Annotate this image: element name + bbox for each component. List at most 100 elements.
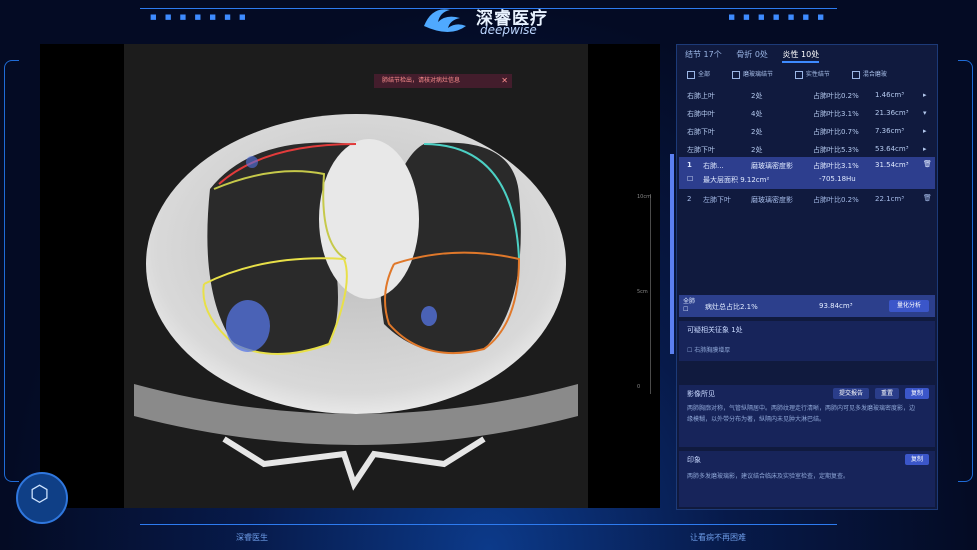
lobe-list: 右肺上叶 2处 占肺叶比0.2% 1.46cm³ ▸ 右肺中叶 4处 占肺叶比3…: [685, 87, 935, 159]
tab-nodule[interactable]: 结节 17个: [685, 50, 722, 59]
expand-icon[interactable]: ▸: [923, 127, 927, 135]
summary-bar: 全肺 ☐ 病灶总占比2.1% 93.84cm³ 量化分析: [679, 295, 935, 317]
findings-panel: 结节 17个 骨折 0处 炎性 10处 全部 磨玻璃结节 实性结节 混合磨玻 右…: [676, 44, 938, 510]
lesion-kind: 磨玻璃密度影: [751, 162, 793, 170]
lobe-row[interactable]: 右肺下叶 2处 占肺叶比0.7% 7.36cm³ ▸: [685, 123, 935, 141]
lesion-density: -705.18Hu: [819, 175, 856, 183]
frame-edge-right: [958, 60, 973, 482]
scale-label: 0: [637, 384, 641, 390]
related-title: 可疑相关征象 1处: [687, 326, 743, 334]
warning-banner: 肺结节检出，请核对病灶信息 ✕: [374, 74, 512, 88]
filter-all[interactable]: 全部: [687, 70, 710, 79]
close-icon[interactable]: ✕: [501, 74, 508, 88]
trash-icon[interactable]: 🗑: [923, 160, 932, 168]
lobe-count: 4处: [751, 110, 763, 118]
tab-fracture[interactable]: 骨折 0处: [736, 50, 768, 59]
scale-label: 5cm: [637, 289, 648, 295]
summary-volume: 93.84cm³: [819, 302, 853, 310]
expand-icon[interactable]: ▾: [923, 109, 927, 117]
tab-inflammation[interactable]: 炎性 10处: [782, 50, 820, 63]
brand-logo: 深睿医疗 deepwise: [420, 2, 565, 40]
lobe-volume: 53.64cm³: [875, 145, 909, 153]
reset-button[interactable]: 重置: [875, 388, 899, 399]
filter-bar: 全部 磨玻璃结节 实性结节 混合磨玻: [687, 69, 907, 79]
filter-solid[interactable]: 实性结节: [794, 70, 830, 79]
findings-text[interactable]: 两肺胸廓对称，气管纵隔居中。两肺纹理走行清晰，两肺内可见多发磨玻璃密度影，边缘模…: [687, 403, 917, 425]
scale-ruler: 10cm 5cm 0: [637, 194, 661, 394]
impression-section: 印象 复制 两肺多发磨玻璃影，建议结合临床及实验室检查，定期复查。: [679, 451, 935, 507]
submit-report-button[interactable]: 提交报告: [833, 388, 869, 399]
expand-icon[interactable]: ▸: [923, 91, 927, 99]
related-item[interactable]: ☐ 右肺胸膜增厚: [687, 345, 917, 356]
image-viewer[interactable]: 肺结节检出，请核对病灶信息 ✕ 10cm 5cm 0: [40, 44, 660, 508]
lesion-ratio: 占肺叶比3.1%: [813, 162, 859, 170]
findings-title: 影像所见: [687, 390, 715, 398]
lesion-ratio: 占肺叶比0.2%: [813, 196, 859, 204]
lesion-index: 2: [687, 195, 692, 203]
lesion-type: 左肺下叶: [703, 196, 731, 204]
cube-icon: ⬡: [30, 482, 50, 507]
mediastinum: [319, 139, 419, 299]
footer-right-text: 让看病不再困难: [690, 533, 746, 542]
expand-icon[interactable]: ▸: [923, 145, 927, 153]
lobe-volume: 1.46cm³: [875, 91, 905, 99]
ct-image[interactable]: 肺结节检出，请核对病灶信息 ✕: [124, 44, 588, 508]
copy-impression-button[interactable]: 复制: [905, 454, 929, 465]
panel-accent-strip: [670, 154, 674, 354]
lobe-name: 右肺下叶: [687, 128, 715, 136]
footer-line: [140, 524, 837, 525]
lesion-overlay-1[interactable]: [226, 300, 270, 352]
quantify-button[interactable]: 量化分析: [889, 300, 929, 312]
lesion-volume: 22.1cm³: [875, 195, 905, 203]
ct-scan-graphic: [124, 44, 588, 508]
top-decor-right: ■ ■ ■ ■ ■ ■ ■: [728, 13, 827, 21]
checkbox-icon[interactable]: [687, 70, 695, 79]
warning-text: 肺结节检出，请核对病灶信息: [382, 77, 461, 84]
filter-mixed[interactable]: 混合磨玻: [851, 70, 887, 79]
frame-edge-left: [4, 60, 19, 482]
wave-logo-icon: [424, 9, 466, 32]
lobe-row[interactable]: 右肺中叶 4处 占肺叶比3.1% 21.36cm³ ▾: [685, 105, 935, 123]
checkbox-icon[interactable]: [731, 70, 740, 79]
lesion-overlay-3[interactable]: [246, 156, 258, 168]
related-signs-section: 可疑相关征象 1处 ☐ 右肺胸膜增厚: [679, 321, 935, 361]
top-decor-left: ■ ■ ■ ■ ■ ■ ■: [150, 13, 249, 21]
checkbox-icon[interactable]: ☐: [687, 175, 693, 183]
lesion-item-selected[interactable]: 1 右肺... 磨玻璃密度影 占肺叶比3.1% 31.54cm³ 🗑 ☐ 最大层…: [679, 157, 935, 189]
copy-button[interactable]: 复制: [905, 388, 929, 399]
lobe-count: 2处: [751, 146, 763, 154]
lesion-type: 右肺...: [703, 162, 724, 170]
lobe-volume: 21.36cm³: [875, 109, 909, 117]
lobe-ratio: 占肺叶比3.1%: [813, 110, 859, 118]
lobe-name: 右肺中叶: [687, 110, 715, 118]
summary-ratio: 病灶总占比2.1%: [705, 303, 758, 311]
lesion-max-area: 最大层面积 9.12cm²: [703, 176, 770, 184]
footer: 深睿医生 让看病不再困难: [0, 512, 977, 550]
summary-label: 全肺: [683, 298, 696, 305]
impression-text[interactable]: 两肺多发磨玻璃影，建议结合临床及实验室检查，定期复查。: [687, 471, 917, 482]
impression-title: 印象: [687, 456, 701, 464]
lesion-item[interactable]: 2 左肺下叶 磨玻璃密度影 占肺叶比0.2% 22.1cm³ 🗑: [679, 191, 935, 209]
lesion-volume: 31.54cm³: [875, 161, 909, 169]
trash-icon[interactable]: 🗑: [923, 194, 932, 202]
lobe-name: 左肺下叶: [687, 146, 715, 154]
lobe-volume: 7.36cm³: [875, 127, 905, 135]
checkbox-icon[interactable]: ☐: [683, 306, 688, 313]
lobe-name: 右肺上叶: [687, 92, 715, 100]
checkbox-icon[interactable]: [851, 70, 860, 79]
lesion-index: 1: [687, 161, 692, 169]
lobe-ratio: 占肺叶比0.2%: [813, 92, 859, 100]
filter-ggo[interactable]: 磨玻璃结节: [731, 70, 773, 79]
lobe-count: 2处: [751, 128, 763, 136]
lesion-overlay-2[interactable]: [421, 306, 437, 326]
footer-left-text: 深睿医生: [236, 533, 268, 542]
lesion-kind: 磨玻璃密度影: [751, 196, 793, 204]
app-frame: ■ ■ ■ ■ ■ ■ ■ ■ ■ ■ ■ ■ ■ ■ 深睿医疗 deepwis…: [0, 0, 977, 550]
lobe-count: 2处: [751, 92, 763, 100]
lobe-ratio: 占肺叶比5.3%: [813, 146, 859, 154]
lobe-ratio: 占肺叶比0.7%: [813, 128, 859, 136]
lobe-row[interactable]: 右肺上叶 2处 占肺叶比0.2% 1.46cm³ ▸: [685, 87, 935, 105]
findings-section: 影像所见 提交报告 重置 复制 两肺胸廓对称，气管纵隔居中。两肺纹理走行清晰，两…: [679, 385, 935, 447]
lesion-tabs: 结节 17个 骨折 0处 炎性 10处: [685, 49, 831, 63]
checkbox-icon[interactable]: [794, 70, 803, 79]
